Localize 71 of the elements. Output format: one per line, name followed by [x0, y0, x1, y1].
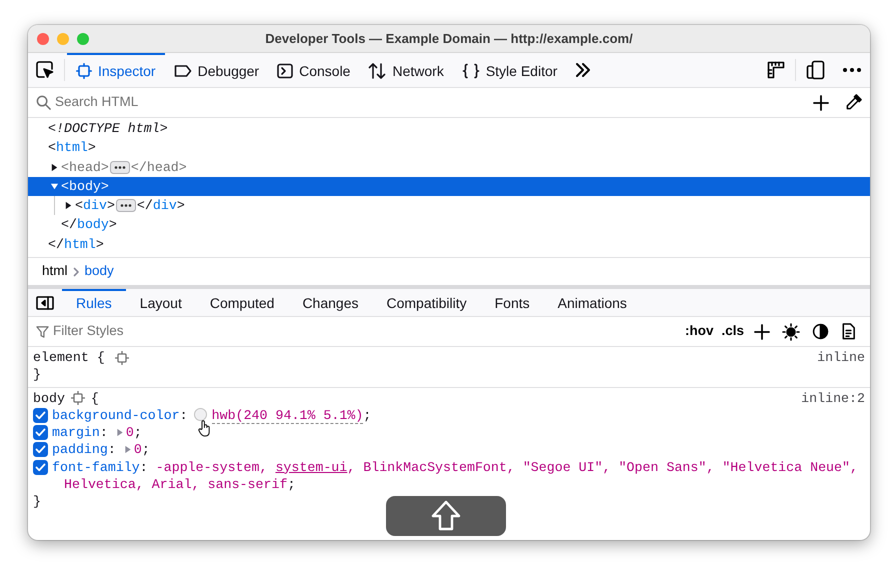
network-arrows-icon	[368, 62, 386, 80]
twisty-icon[interactable]	[50, 162, 59, 172]
markup-row[interactable]: <html>	[28, 138, 870, 158]
filter-icon	[36, 324, 49, 338]
brace-text: }	[33, 367, 41, 382]
braces-icon	[462, 63, 480, 79]
sidebar-tab[interactable]: Fonts	[480, 289, 544, 316]
color-swatch[interactable]	[194, 408, 207, 421]
plus-icon	[754, 324, 770, 340]
more-icon	[842, 67, 862, 73]
markup-row[interactable]: <head> </head>	[28, 158, 870, 177]
sidebar-toggle-icon	[36, 296, 54, 310]
inspector-icon	[76, 63, 92, 79]
breadcrumb[interactable]: html	[39, 261, 71, 282]
toolbar-tab[interactable]: Network	[359, 53, 453, 87]
toolbar-tab[interactable]: Inspector	[67, 53, 165, 87]
markup-row[interactable]: </html>	[28, 234, 870, 254]
toolbar-tab[interactable]: Debugger	[164, 53, 268, 87]
devices-icon	[806, 60, 826, 80]
brace-text: }	[33, 494, 41, 510]
markup-row[interactable]: <!DOCTYPE html>	[28, 119, 870, 138]
pseudo-class-button[interactable]: :hov	[680, 321, 718, 342]
plus-icon	[813, 94, 829, 110]
markup-row[interactable]: <body>	[28, 176, 870, 196]
sidebar-tab[interactable]: Compatibility	[372, 289, 481, 316]
search-icon	[36, 95, 51, 110]
document-icon	[841, 323, 856, 340]
sun-icon	[782, 322, 800, 340]
sidebar-tab[interactable]: Animations	[544, 289, 641, 316]
sidebar-tab[interactable]: Rules	[62, 289, 126, 316]
ellipsis-badge-icon	[110, 160, 130, 174]
twisty-icon[interactable]	[64, 201, 73, 210]
sidebar-tab[interactable]: Changes	[288, 289, 372, 316]
source-link[interactable]: inline:2	[801, 390, 865, 407]
checkbox[interactable]	[33, 425, 48, 440]
sidebar-tab[interactable]: Layout	[126, 289, 196, 316]
source-link[interactable]: inline	[817, 349, 865, 366]
selector-text: body	[33, 390, 65, 407]
ellipsis-badge-icon	[116, 199, 136, 212]
toolbar-tab[interactable]: Console	[268, 53, 360, 87]
declaration-text: font-family: -apple-system, system-ui, BlinkMacSystemFont, "Segoe UI", "Open Sans", "Helvetica Neue", Helvetica, Arial, sans-serif;	[52, 458, 859, 494]
brace-text: {	[90, 390, 99, 407]
markup-row[interactable]: <div> </div>	[55, 196, 870, 216]
selector-text: element {	[33, 349, 105, 366]
declaration-text: background-color: hwb(240 94.1% 5.1%);	[52, 406, 372, 424]
console-icon	[277, 63, 294, 79]
search-field[interactable]: Search HTML	[55, 92, 800, 113]
close-button[interactable]	[37, 33, 49, 45]
chevron-right-icon	[72, 266, 80, 276]
tag-icon	[174, 64, 192, 78]
shift-key-icon	[431, 500, 461, 532]
markup-row[interactable]: </body>	[28, 215, 870, 235]
element-picker-icon	[36, 61, 54, 79]
breadcrumb[interactable]: body	[82, 261, 117, 282]
declaration-text: padding: 0;	[52, 441, 150, 459]
checkbox[interactable]	[33, 408, 48, 423]
highlighter-icon[interactable]	[114, 350, 129, 365]
ruler-icon	[767, 61, 785, 79]
toolbar-tab[interactable]: Style Editor	[452, 53, 566, 87]
window-title: Developer Tools — Example Domain — http://example.com/	[265, 30, 633, 48]
double-chevron-icon	[574, 62, 592, 78]
sidebar-tab[interactable]: Computed	[196, 289, 288, 316]
checkbox[interactable]	[33, 442, 48, 458]
filter-field[interactable]: Filter Styles	[53, 321, 681, 342]
contrast-icon	[812, 323, 829, 340]
hand-cursor-icon	[198, 420, 211, 437]
checkbox[interactable]	[33, 460, 48, 475]
pseudo-class-button[interactable]: .cls	[717, 321, 748, 342]
highlighter-icon[interactable]	[70, 391, 85, 406]
declaration-text: margin: 0;	[52, 424, 142, 442]
eyedropper-icon	[845, 94, 862, 111]
